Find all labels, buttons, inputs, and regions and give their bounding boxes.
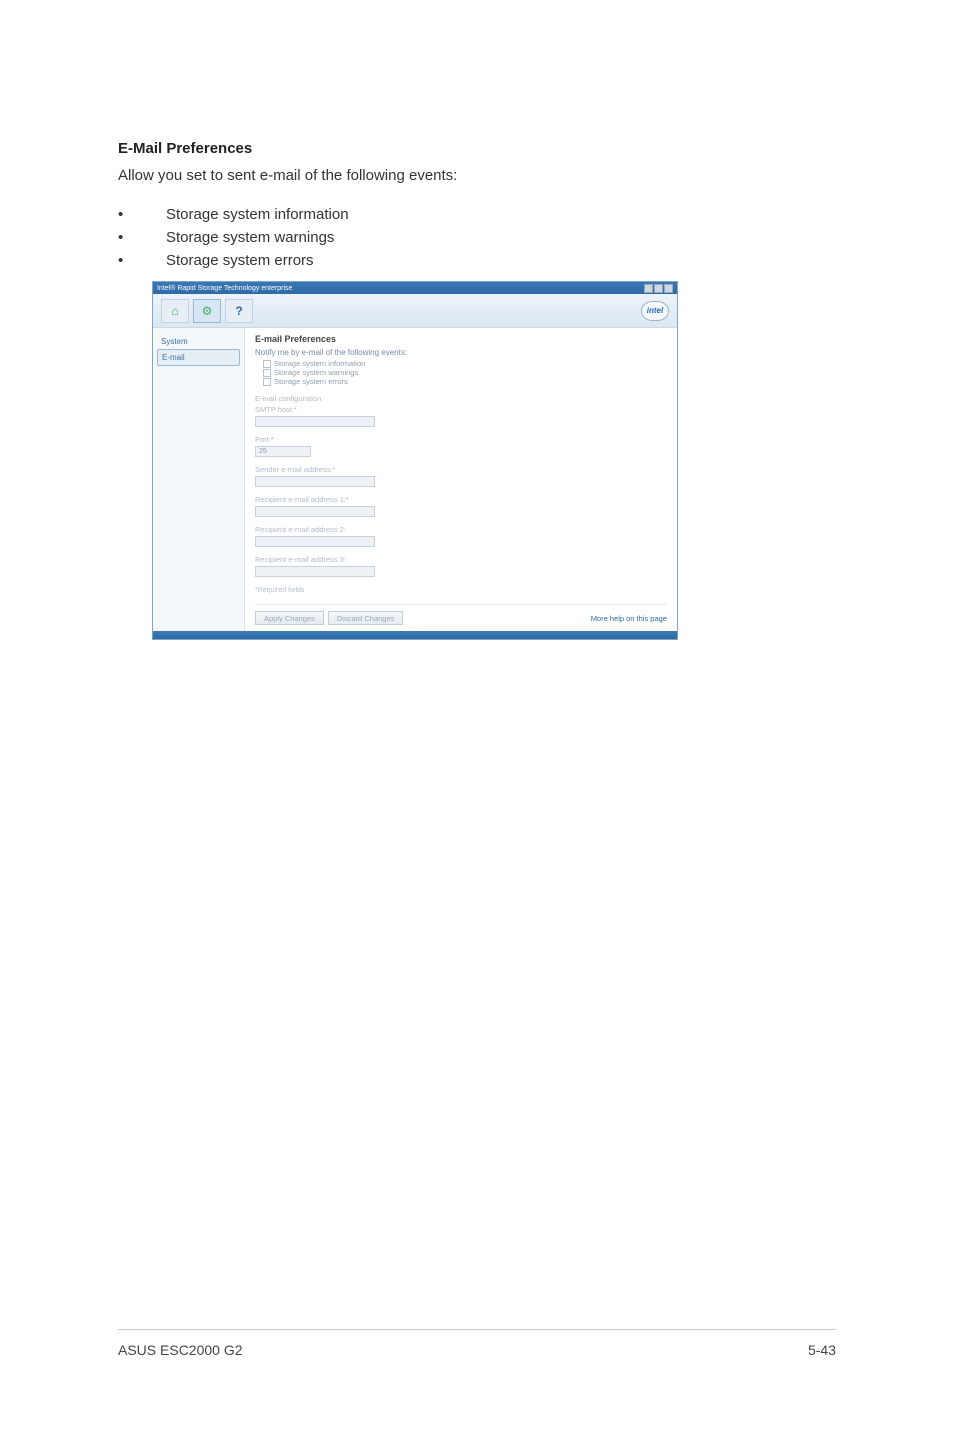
list-item: • Storage system warnings — [118, 229, 834, 246]
footer-right: 5-43 — [808, 1342, 836, 1358]
maximize-button[interactable] — [654, 284, 663, 293]
apply-button[interactable]: Apply Changes — [255, 611, 324, 625]
recipient3-input[interactable] — [255, 566, 375, 577]
checkbox-row: Storage system errors — [263, 377, 667, 386]
config-header: E-mail configuration — [255, 394, 667, 403]
bullet-list: • Storage system information • Storage s… — [118, 206, 834, 269]
preferences-button[interactable]: ⚙ — [193, 299, 221, 323]
checkbox-info[interactable] — [263, 360, 271, 368]
checkbox-warnings[interactable] — [263, 369, 271, 377]
port-label: Port:* — [255, 435, 667, 444]
recipient1-label: Recipient e-mail address 1:* — [255, 495, 667, 504]
checkbox-row: Storage system information — [263, 359, 667, 368]
home-icon: ⌂ — [171, 304, 178, 318]
page-footer: ASUS ESC2000 G2 5-43 — [118, 1329, 836, 1358]
footer-left: ASUS ESC2000 G2 — [118, 1342, 243, 1358]
bullet-icon: • — [118, 206, 166, 223]
checkbox-row: Storage system warnings — [263, 368, 667, 377]
toolbar: ⌂ ⚙ ? intel — [153, 294, 677, 328]
sidebar: System E-mail — [153, 328, 245, 631]
window-title: Intel® Rapid Storage Technology enterpri… — [157, 285, 292, 292]
content-pane: E-mail Preferences Notify me by e-mail o… — [245, 328, 677, 631]
bullet-icon: • — [118, 229, 166, 246]
pane-title: E-mail Preferences — [255, 334, 667, 344]
close-button[interactable] — [664, 284, 673, 293]
status-bar — [153, 631, 677, 639]
recipient2-input[interactable] — [255, 536, 375, 547]
checkbox-errors[interactable] — [263, 378, 271, 386]
sender-input[interactable] — [255, 476, 375, 487]
discard-button[interactable]: Discard Changes — [328, 611, 404, 625]
port-input[interactable]: 25 — [255, 446, 311, 457]
bullet-text: Storage system information — [166, 206, 349, 223]
intel-logo: intel — [641, 301, 669, 321]
checkbox-label: Storage system information — [274, 359, 365, 368]
help-icon: ? — [235, 304, 242, 318]
checkbox-label: Storage system errors — [274, 377, 348, 386]
bullet-icon: • — [118, 252, 166, 269]
sender-label: Sender e-mail address:* — [255, 465, 667, 474]
sidebar-item-email[interactable]: E-mail — [157, 349, 240, 366]
recipient2-label: Recipient e-mail address 2: — [255, 525, 667, 534]
smtp-label: SMTP host:* — [255, 405, 667, 414]
home-button[interactable]: ⌂ — [161, 299, 189, 323]
notify-text: Notify me by e-mail of the following eve… — [255, 348, 667, 357]
app-window: Intel® Rapid Storage Technology enterpri… — [152, 281, 678, 640]
list-item: • Storage system errors — [118, 252, 834, 269]
required-note: *Required fields — [255, 587, 667, 594]
recipient3-label: Recipient e-mail address 3: — [255, 555, 667, 564]
help-link[interactable]: More help on this page — [591, 614, 667, 623]
bullet-text: Storage system warnings — [166, 229, 334, 246]
window-titlebar: Intel® Rapid Storage Technology enterpri… — [153, 282, 677, 294]
sidebar-item-system[interactable]: System — [157, 334, 240, 349]
help-toolbar-button[interactable]: ? — [225, 299, 253, 323]
recipient1-input[interactable] — [255, 506, 375, 517]
gear-icon: ⚙ — [202, 304, 213, 318]
lead-text: Allow you set to sent e-mail of the foll… — [118, 167, 834, 184]
section-title: E-Mail Preferences — [118, 140, 834, 157]
smtp-input[interactable] — [255, 416, 375, 427]
bullet-text: Storage system errors — [166, 252, 314, 269]
list-item: • Storage system information — [118, 206, 834, 223]
minimize-button[interactable] — [644, 284, 653, 293]
checkbox-label: Storage system warnings — [274, 368, 358, 377]
